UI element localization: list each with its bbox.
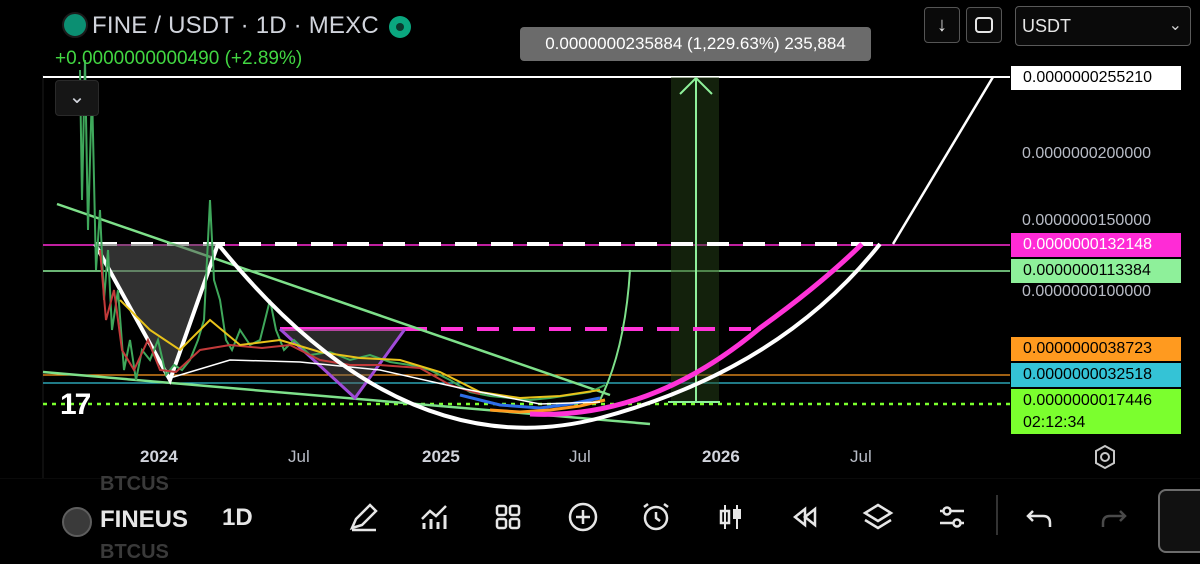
measure-tooltip: 0.0000000235884 (1,229.63%) 235,884 bbox=[520, 27, 871, 61]
price-label: 0.0000000100000 bbox=[1022, 283, 1152, 300]
symbol-title[interactable]: FINE / USDT · 1D · MEXC bbox=[92, 12, 379, 40]
price-tag-lightgreen: 0.0000000113384 bbox=[1011, 259, 1181, 283]
redo-icon[interactable] bbox=[1094, 497, 1134, 537]
interval-button[interactable]: 1D bbox=[222, 504, 253, 532]
projection-line bbox=[891, 76, 995, 245]
time-label: Jul bbox=[569, 447, 591, 466]
layers-icon[interactable] bbox=[858, 497, 898, 537]
time-label: 2024 bbox=[140, 447, 178, 466]
time-label: 2026 bbox=[702, 447, 740, 466]
indicators-icon[interactable] bbox=[414, 497, 454, 537]
price-label: 0.0000000200000 bbox=[1022, 145, 1152, 162]
chart-settings-icon[interactable] bbox=[1092, 444, 1118, 470]
time-label: Jul bbox=[288, 447, 310, 466]
price-tag-orange: 0.0000000038723 bbox=[1011, 337, 1181, 361]
replay-icon[interactable] bbox=[785, 497, 825, 537]
toolbar-separator bbox=[996, 495, 998, 535]
currency-select[interactable]: USDT ⌄ bbox=[1015, 6, 1191, 46]
time-label: Jul bbox=[850, 447, 872, 466]
price-tag-white: 0.0000000255210 bbox=[1011, 66, 1181, 90]
market-status-icon[interactable] bbox=[389, 16, 411, 38]
settings-icon[interactable] bbox=[932, 497, 972, 537]
bar-countdown: 02:12:34 bbox=[1011, 412, 1181, 434]
coin-logo bbox=[62, 12, 88, 38]
add-icon[interactable] bbox=[563, 497, 603, 537]
ghost-symbol: BTCUS bbox=[100, 473, 169, 495]
scroll-down-button[interactable]: ↓ bbox=[924, 7, 960, 43]
fullscreen-icon bbox=[975, 17, 993, 33]
undo-icon[interactable] bbox=[1019, 497, 1059, 537]
price-tag-magenta: 0.0000000132148 bbox=[1011, 233, 1181, 257]
price-tag-teal: 0.0000000032518 bbox=[1011, 363, 1181, 387]
currency-value: USDT bbox=[1022, 16, 1071, 36]
pen-icon[interactable] bbox=[344, 497, 384, 537]
price-change: +0.0000000000490 (+2.89%) bbox=[55, 48, 303, 69]
chart-screen: FINE / USDT · 1D · MEXC +0.0000000000490… bbox=[0, 0, 1200, 563]
candles-icon[interactable] bbox=[711, 497, 751, 537]
alarm-icon[interactable] bbox=[636, 497, 676, 537]
time-label: 2025 bbox=[422, 447, 460, 466]
fullscreen-button[interactable] bbox=[966, 7, 1002, 43]
collapse-legend-button[interactable]: ⌄ bbox=[55, 80, 99, 116]
bottom-toolbar: BTCUS FINEUS BTCUS 1D bbox=[0, 473, 1200, 563]
grid-icon[interactable] bbox=[488, 497, 528, 537]
ghost-symbol: BTCUS bbox=[100, 541, 169, 563]
symbol-button[interactable]: FINEUS bbox=[100, 506, 188, 534]
price-tag-green: 0.0000000017446 bbox=[1011, 389, 1181, 413]
tradingview-logo: 17 bbox=[60, 388, 91, 421]
more-tools-button[interactable] bbox=[1158, 489, 1200, 553]
projection-curve bbox=[599, 269, 631, 401]
symbol-logo bbox=[62, 507, 92, 537]
chevron-down-icon: ⌄ bbox=[1168, 17, 1182, 34]
price-label: 0.0000000150000 bbox=[1022, 212, 1152, 229]
